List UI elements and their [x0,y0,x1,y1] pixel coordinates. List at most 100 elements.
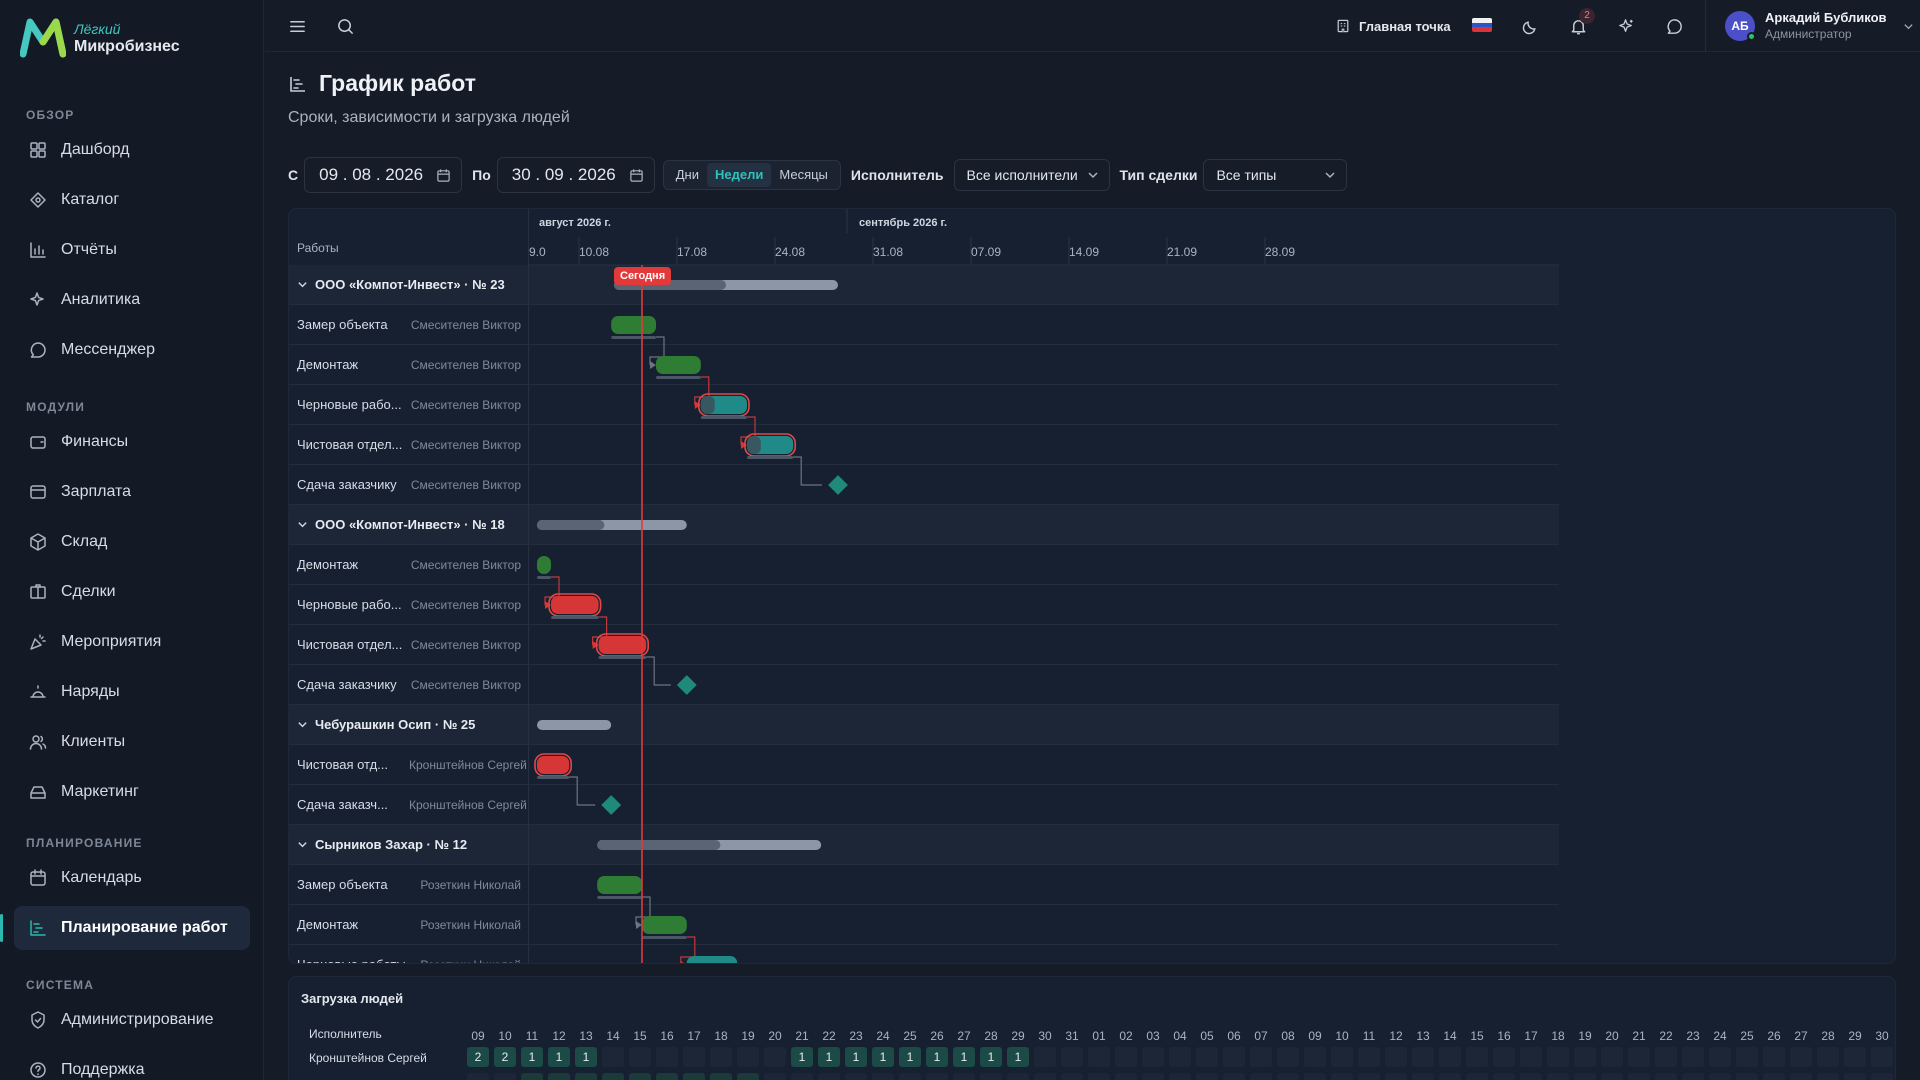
load-cell[interactable] [656,1047,678,1067]
load-cell[interactable] [1142,1047,1164,1067]
load-cell[interactable]: 1 [521,1047,543,1067]
load-cell[interactable] [683,1047,705,1067]
load-cell[interactable] [1277,1047,1299,1067]
load-cell[interactable] [1088,1047,1110,1067]
load-cell[interactable] [1331,1047,1353,1067]
load-cell[interactable] [1871,1047,1893,1067]
scale-days[interactable]: Дни [668,163,707,187]
load-cell[interactable] [602,1047,624,1067]
from-date-input[interactable]: 09 . 08 . 2026 [304,157,463,193]
load-cell[interactable] [1250,1047,1272,1067]
sidebar-item-finance[interactable]: Финансы [14,420,250,464]
load-cell[interactable] [1817,1047,1839,1067]
load-cell[interactable] [1493,1047,1515,1067]
load-cell[interactable] [1439,1047,1461,1067]
language-flag-icon[interactable] [1472,18,1492,32]
load-cell[interactable] [1709,1047,1731,1067]
milestone-diamond[interactable] [828,475,848,495]
chevron-down-icon[interactable] [297,839,308,850]
location-selector[interactable]: Главная точка [1335,14,1451,38]
load-cell[interactable] [1196,1047,1218,1067]
load-cell[interactable]: 1 [791,1047,813,1067]
deal-type-select[interactable]: Все типы [1203,159,1348,191]
sidebar-item-admin[interactable]: Администрирование [14,998,250,1042]
load-cell[interactable] [1601,1047,1623,1067]
load-cell[interactable] [1628,1047,1650,1067]
load-cell[interactable] [1736,1047,1758,1067]
scale-weeks[interactable]: Недели [707,163,772,187]
group-summary-bar[interactable] [537,720,612,730]
load-cell[interactable]: 1 [845,1047,867,1067]
task-bar[interactable] [537,756,570,774]
chat-icon[interactable] [1662,14,1686,38]
load-cell[interactable]: 2 [467,1047,489,1067]
sidebar-item-analytics[interactable]: Аналитика [14,278,250,322]
load-cell[interactable]: 1 [818,1047,840,1067]
brand-logo[interactable]: Лёгкий Микробизнес [20,18,180,58]
sidebar-item-deals[interactable]: Сделки [14,570,250,614]
load-cell[interactable]: 1 [872,1047,894,1067]
sidebar-item-catalog[interactable]: Каталог [14,178,250,222]
sidebar-item-dashboard[interactable]: Дашборд [14,128,250,172]
load-cell[interactable]: 2 [494,1047,516,1067]
task-bar[interactable] [611,316,656,334]
load-cell[interactable] [629,1047,651,1067]
load-cell[interactable] [1061,1047,1083,1067]
chevron-down-icon[interactable] [297,279,308,290]
load-cell[interactable] [1547,1047,1569,1067]
sidebar-item-warehouse[interactable]: Склад [14,520,250,564]
sidebar-item-events[interactable]: Мероприятия [14,620,250,664]
task-bar[interactable] [686,956,738,964]
load-cell[interactable]: 1 [926,1047,948,1067]
load-cell[interactable] [764,1047,786,1067]
load-cell[interactable] [1682,1047,1704,1067]
load-cell[interactable] [1520,1047,1542,1067]
load-cell[interactable] [1223,1047,1245,1067]
ai-sparkle-icon[interactable] [1614,14,1638,38]
sidebar-item-planning[interactable]: Планирование работ [0,906,250,950]
load-cell[interactable] [1358,1047,1380,1067]
task-bar[interactable] [642,916,687,934]
load-cell[interactable]: 1 [548,1047,570,1067]
load-cell[interactable]: 1 [899,1047,921,1067]
executor-select[interactable]: Все исполнители [953,159,1110,191]
task-bar[interactable] [551,596,599,614]
load-cell[interactable] [1412,1047,1434,1067]
load-cell[interactable] [1385,1047,1407,1067]
chevron-down-icon[interactable] [297,519,308,530]
load-cell[interactable] [1304,1047,1326,1067]
load-cell[interactable]: 1 [575,1047,597,1067]
load-cell[interactable] [1574,1047,1596,1067]
sidebar-item-marketing[interactable]: Маркетинг [14,770,250,814]
load-cell[interactable] [1655,1047,1677,1067]
bell-icon[interactable]: 2 [1566,8,1595,38]
theme-moon-icon[interactable] [1518,14,1542,38]
task-bar[interactable] [537,556,551,574]
chevron-down-icon[interactable] [297,719,308,730]
sidebar-item-salary[interactable]: Зарплата [14,470,250,514]
task-bar[interactable] [598,636,647,654]
load-cell[interactable]: 1 [1007,1047,1029,1067]
load-cell[interactable] [1034,1047,1056,1067]
load-cell[interactable] [1844,1047,1866,1067]
load-cell[interactable] [737,1047,759,1067]
sidebar-item-messenger[interactable]: Мессенджер [14,328,250,372]
load-cell[interactable] [1169,1047,1191,1067]
sidebar-item-clients[interactable]: Клиенты [14,720,250,764]
load-cell[interactable] [1763,1047,1785,1067]
milestone-diamond[interactable] [676,675,697,695]
user-menu[interactable]: АБ Аркадий Бубликов Администратор [1725,10,1914,42]
load-cell[interactable] [710,1047,732,1067]
load-cell[interactable]: 1 [953,1047,975,1067]
scale-months[interactable]: Месяцы [771,163,836,187]
load-cell[interactable]: 1 [980,1047,1002,1067]
sidebar-item-calendar[interactable]: Календарь [14,856,250,900]
menu-icon[interactable] [285,14,309,38]
sidebar-item-orders[interactable]: Наряды [14,670,250,714]
task-bar[interactable] [597,876,642,894]
load-cell[interactable] [1115,1047,1137,1067]
milestone-diamond[interactable] [601,795,622,815]
task-bar[interactable] [656,356,701,374]
sidebar-item-support[interactable]: Поддержка [14,1048,250,1080]
search-icon[interactable] [333,14,357,38]
